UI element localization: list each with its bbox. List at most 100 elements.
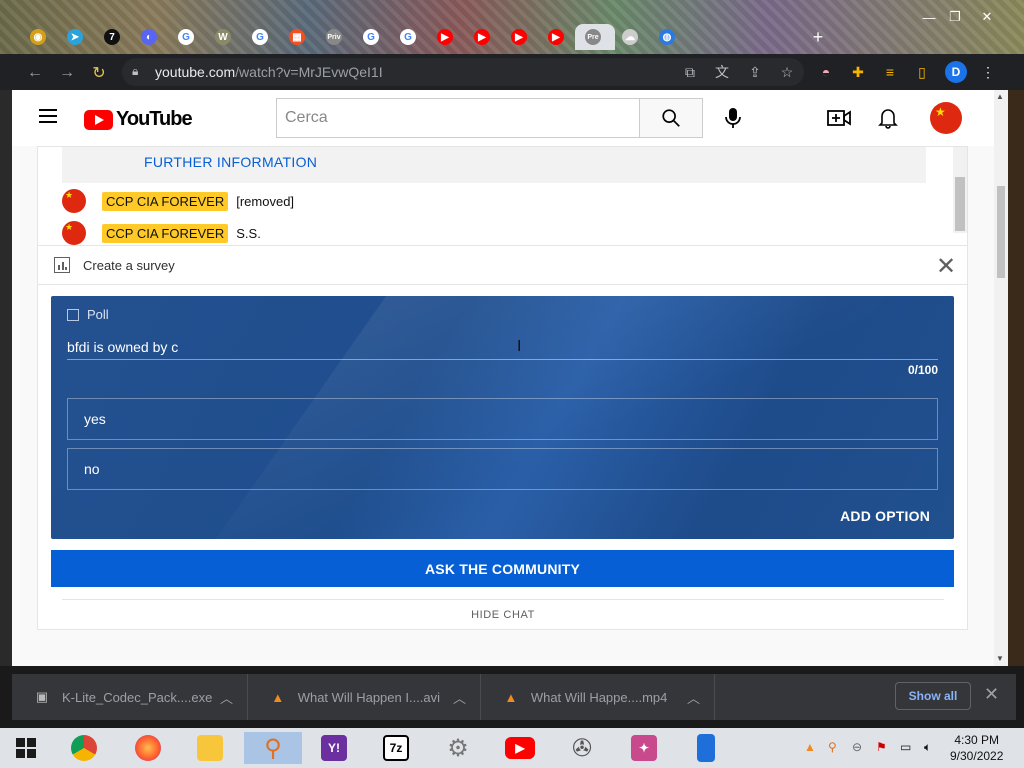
hamburger-menu-icon[interactable]: [39, 109, 57, 123]
close-icon[interactable]: ✕: [984, 684, 999, 705]
translate-icon[interactable]: 文: [712, 62, 732, 82]
start-button[interactable]: [8, 732, 44, 764]
chevron-up-icon[interactable]: ︿: [453, 688, 466, 707]
create-video-button[interactable]: [824, 103, 854, 133]
poll-option-input-2[interactable]: [68, 449, 937, 489]
volume-tray-icon[interactable]: 🔈︎: [924, 740, 931, 755]
download-item[interactable]: ▲ What Will Happe....mp4 ︿: [481, 674, 715, 720]
browser-tab[interactable]: G: [396, 24, 420, 50]
close-icon[interactable]: ✕: [936, 252, 956, 281]
further-information-banner: FURTHER INFORMATION: [62, 147, 926, 183]
browser-tab[interactable]: ▶: [470, 24, 494, 50]
browser-tab[interactable]: G: [248, 24, 272, 50]
poll-question-input[interactable]: [67, 336, 938, 358]
taskbar-search-app[interactable]: ⚲: [244, 732, 302, 764]
chevron-up-icon[interactable]: ︿: [220, 688, 233, 707]
taskbar-app[interactable]: ✦: [626, 732, 662, 764]
taskbar-file-explorer[interactable]: [192, 732, 228, 764]
taskbar-video-editor[interactable]: ✇: [564, 732, 600, 764]
windows-taskbar: ⚲ Y! 7z ⚙ ▶ ✇ ✦ ▲ ⚲ ⊖ ⚑ ▭ 🔈︎ 4:30 PM 9/3…: [0, 728, 1024, 768]
browser-tab[interactable]: ◉: [26, 24, 50, 50]
side-panel-icon[interactable]: ▯: [912, 62, 932, 82]
browser-tab[interactable]: G: [359, 24, 383, 50]
taskbar-phone-app[interactable]: [688, 732, 724, 764]
browser-tab[interactable]: Priv: [322, 24, 346, 50]
browser-tab[interactable]: ☁: [618, 24, 642, 50]
installer-icon: ▣: [35, 689, 49, 704]
voice-search-button[interactable]: [715, 100, 751, 136]
show-all-downloads-button[interactable]: Show all: [895, 682, 971, 710]
minus-tray-icon[interactable]: ⊖: [852, 740, 862, 754]
chat-author-name[interactable]: CCP CIA FOREVER: [102, 191, 229, 211]
taskbar-7zip[interactable]: 7z: [378, 732, 414, 764]
address-bar[interactable]: 🔒︎ youtube.com/watch?v=MrJEvwQeI1I: [122, 58, 804, 86]
account-avatar[interactable]: [930, 102, 962, 134]
browser-tab[interactable]: Pre: [581, 24, 605, 50]
browser-menu-icon[interactable]: ⋮: [978, 62, 998, 82]
chrome-icon: ◉: [30, 29, 46, 45]
browser-tab[interactable]: ▶: [433, 24, 457, 50]
taskbar-firefox[interactable]: [130, 732, 166, 764]
chat-scrollbar-thumb[interactable]: [955, 177, 965, 231]
extension-flag-icon[interactable]: ◓: [816, 62, 836, 82]
seven-zip-icon: 7z: [383, 735, 409, 761]
notifications-button[interactable]: [873, 103, 903, 133]
download-item[interactable]: ▣ K-Lite_Codec_Pack....exe ︿: [12, 674, 248, 720]
taskbar-chrome[interactable]: [66, 732, 102, 764]
page-scrollbar[interactable]: ▲ ▼: [994, 90, 1008, 666]
seven-tv-icon: 7: [104, 29, 120, 45]
chat-author-avatar[interactable]: [62, 221, 86, 245]
search-button[interactable]: [639, 98, 703, 138]
flag-tray-icon[interactable]: ⚑: [876, 740, 887, 754]
share-icon[interactable]: ⇪: [745, 62, 765, 82]
browser-tab[interactable]: 7: [100, 24, 124, 50]
chevron-up-icon[interactable]: ︿: [687, 688, 700, 707]
taskbar-gear-app[interactable]: ⚙: [440, 732, 476, 764]
browser-tab[interactable]: ◐: [137, 24, 161, 50]
open-in-app-icon[interactable]: ⧉: [680, 62, 700, 82]
hide-chat-button[interactable]: HIDE CHAT: [62, 599, 944, 629]
browser-tab[interactable]: W: [211, 24, 235, 50]
browser-tab[interactable]: G: [174, 24, 198, 50]
back-button[interactable]: ←: [24, 62, 46, 84]
add-option-button[interactable]: ADD OPTION: [840, 508, 930, 524]
app-icon: ✦: [631, 735, 657, 761]
chat-scrollbar[interactable]: [953, 147, 967, 233]
extensions-puzzle-icon[interactable]: ✚: [848, 62, 868, 82]
minimize-button[interactable]: —: [918, 8, 940, 26]
bookmark-star-icon[interactable]: ☆: [777, 62, 797, 82]
download-item[interactable]: ▲ What Will Happen I....avi ︿: [248, 674, 481, 720]
chat-author-avatar[interactable]: [62, 189, 86, 213]
scroll-up-arrow-icon[interactable]: ▲: [996, 92, 1004, 101]
cloud-icon: ☁: [622, 29, 638, 45]
browser-tab[interactable]: ◍: [655, 24, 679, 50]
browser-tab[interactable]: ➤: [63, 24, 87, 50]
taskbar-clock[interactable]: 4:30 PM 9/30/2022: [950, 732, 1003, 764]
browser-tab[interactable]: ▦: [285, 24, 309, 50]
youtube-logo[interactable]: YouTube: [84, 108, 193, 131]
new-tab-button[interactable]: +: [806, 24, 830, 50]
page-scrollbar-thumb[interactable]: [997, 186, 1005, 278]
media-queue-icon[interactable]: ≡: [880, 62, 900, 82]
search-input[interactable]: [277, 99, 639, 137]
forward-button[interactable]: →: [56, 62, 78, 84]
poll-chart-icon: [54, 257, 70, 273]
poll-option-input-1[interactable]: [68, 399, 937, 439]
taskbar-yahoo[interactable]: Y!: [316, 732, 352, 764]
reload-button[interactable]: ↻: [88, 62, 110, 84]
vlc-tray-icon[interactable]: ▲: [804, 740, 816, 754]
youtube-icon: ▶: [505, 737, 535, 759]
network-tray-icon[interactable]: ▭: [900, 740, 911, 754]
chat-author-name[interactable]: CCP CIA FOREVER: [102, 223, 229, 243]
search-box: [276, 98, 640, 138]
ask-the-community-button[interactable]: ASK THE COMMUNITY: [51, 550, 954, 587]
profile-avatar[interactable]: D: [945, 61, 967, 83]
close-window-button[interactable]: ✕: [976, 8, 998, 26]
browser-tab[interactable]: ▶: [507, 24, 531, 50]
further-information-link[interactable]: FURTHER INFORMATION: [144, 154, 317, 170]
search-tray-icon[interactable]: ⚲: [828, 740, 837, 754]
maximize-button[interactable]: ❐: [944, 8, 966, 26]
browser-tab[interactable]: ▶: [544, 24, 568, 50]
scroll-down-arrow-icon[interactable]: ▼: [996, 654, 1004, 663]
taskbar-youtube[interactable]: ▶: [502, 732, 538, 764]
